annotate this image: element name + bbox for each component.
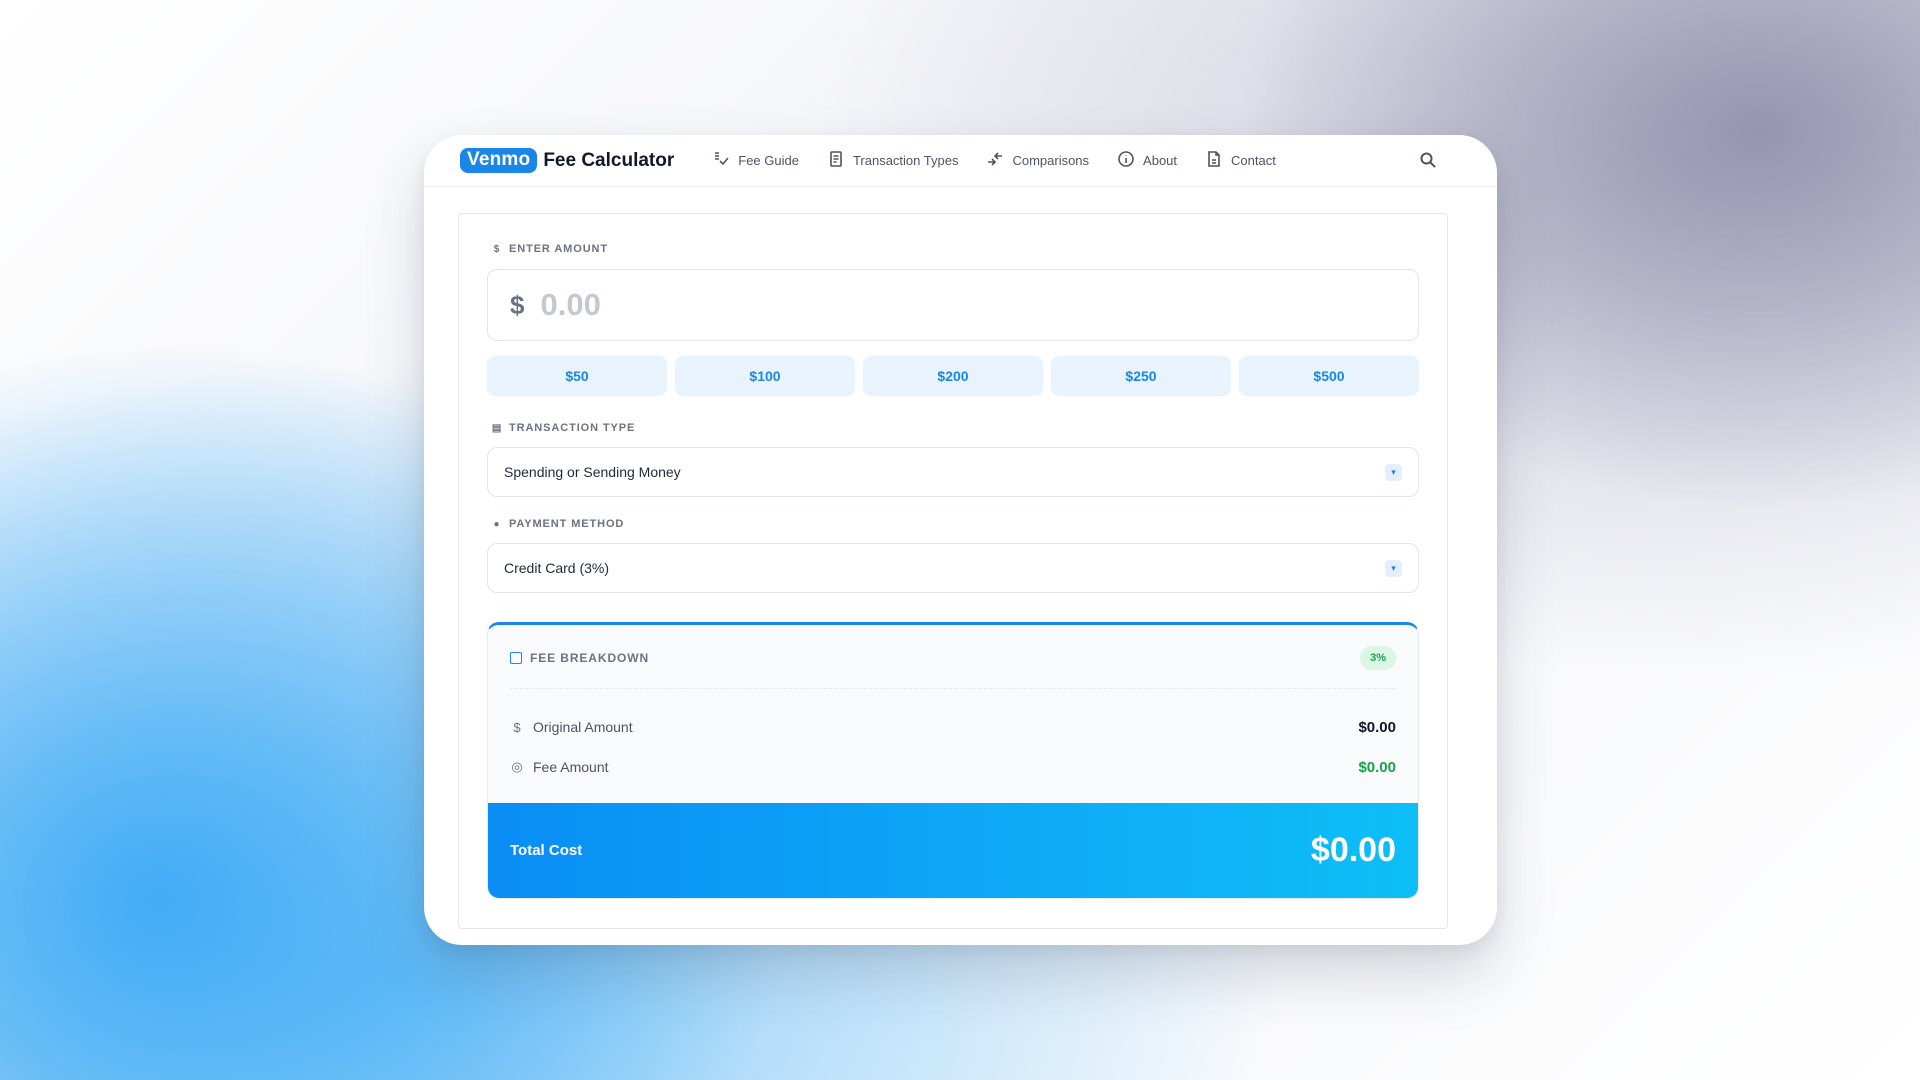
amount-label: $ ENTER AMOUNT xyxy=(491,243,608,255)
transaction-type-select[interactable]: Spending or Sending Money ▾ xyxy=(487,447,1419,497)
chevron-down-icon: ▾ xyxy=(1385,464,1402,481)
nav-label: Fee Guide xyxy=(738,153,799,168)
currency-symbol: $ xyxy=(510,289,525,320)
breakdown-header: FEE BREAKDOWN 3% xyxy=(510,643,1396,673)
brand-title: Fee Calculator xyxy=(543,149,675,171)
quick-amount-buttons: $50 $100 $200 $250 $500 xyxy=(487,356,1419,396)
nav-label: Comparisons xyxy=(1012,153,1090,168)
calculator-card: $ ENTER AMOUNT $ $50 $100 $200 $250 $500… xyxy=(458,213,1448,929)
document-icon xyxy=(1205,150,1223,171)
receipt-icon xyxy=(827,150,845,171)
info-icon xyxy=(1117,150,1135,171)
original-amount-value: $0.00 xyxy=(1358,718,1396,736)
nav-comparisons[interactable]: Comparisons xyxy=(986,150,1089,171)
coins-icon: ◎ xyxy=(511,759,523,774)
brand-logo[interactable]: Venmo Fee Calculator xyxy=(460,148,674,173)
total-cost-bar: Total Cost $0.00 xyxy=(488,803,1418,898)
quick-amount-50-button[interactable]: $50 xyxy=(487,356,667,396)
nav-label: About xyxy=(1143,153,1178,168)
fee-amount-label: Fee Amount xyxy=(533,759,609,775)
fee-guide-icon xyxy=(712,150,730,171)
amount-input-box[interactable]: $ xyxy=(487,269,1419,341)
original-amount-row: $ Original Amount $0.00 xyxy=(510,717,1396,737)
divider xyxy=(510,688,1396,689)
nav-fee-guide[interactable]: Fee Guide xyxy=(712,150,799,171)
nav-label: Transaction Types xyxy=(852,153,959,168)
quick-amount-100-button[interactable]: $100 xyxy=(675,356,855,396)
nav-about[interactable]: About xyxy=(1117,150,1177,171)
breakdown-title: FEE BREAKDOWN xyxy=(510,651,649,665)
chart-icon xyxy=(510,652,522,664)
nav-contact[interactable]: Contact xyxy=(1205,150,1276,171)
check-circle-icon: ● xyxy=(493,518,501,530)
search-button[interactable] xyxy=(1419,151,1439,171)
amount-input[interactable] xyxy=(540,287,1341,323)
total-cost-label: Total Cost xyxy=(510,842,583,859)
search-icon xyxy=(1419,152,1437,173)
list-icon: ▤ xyxy=(491,422,503,434)
quick-amount-200-button[interactable]: $200 xyxy=(863,356,1043,396)
payment-method-label: ● PAYMENT METHOD xyxy=(491,518,624,530)
transaction-type-value: Spending or Sending Money xyxy=(504,464,681,480)
app-window: Venmo Fee Calculator Fee Guide Transacti… xyxy=(424,135,1497,945)
top-navbar: Venmo Fee Calculator Fee Guide Transacti… xyxy=(424,135,1497,187)
fee-amount-row: ◎ Fee Amount $0.00 xyxy=(510,757,1396,777)
total-cost-value: $0.00 xyxy=(1310,831,1396,869)
brand-pill: Venmo xyxy=(460,148,538,173)
chevron-down-icon: ▾ xyxy=(1385,560,1402,577)
nav-label: Contact xyxy=(1231,153,1276,168)
fee-breakdown-panel: FEE BREAKDOWN 3% $ Original Amount $0.00… xyxy=(487,622,1419,899)
quick-amount-250-button[interactable]: $250 xyxy=(1051,356,1231,396)
fee-rate-badge: 3% xyxy=(1360,646,1396,670)
main-nav: Fee Guide Transaction Types Comparisons … xyxy=(712,150,1276,171)
transaction-type-label: ▤ TRANSACTION TYPE xyxy=(491,422,636,434)
quick-amount-500-button[interactable]: $500 xyxy=(1239,356,1419,396)
original-amount-label: Original Amount xyxy=(533,719,633,735)
compare-arrows-icon xyxy=(986,150,1004,171)
nav-transaction-types[interactable]: Transaction Types xyxy=(827,150,959,171)
dollar-icon: $ xyxy=(493,243,501,255)
fee-amount-value: $0.00 xyxy=(1358,758,1396,776)
payment-method-select[interactable]: Credit Card (3%) ▾ xyxy=(487,543,1419,593)
payment-method-value: Credit Card (3%) xyxy=(504,560,610,576)
dollar-icon: $ xyxy=(513,719,521,735)
